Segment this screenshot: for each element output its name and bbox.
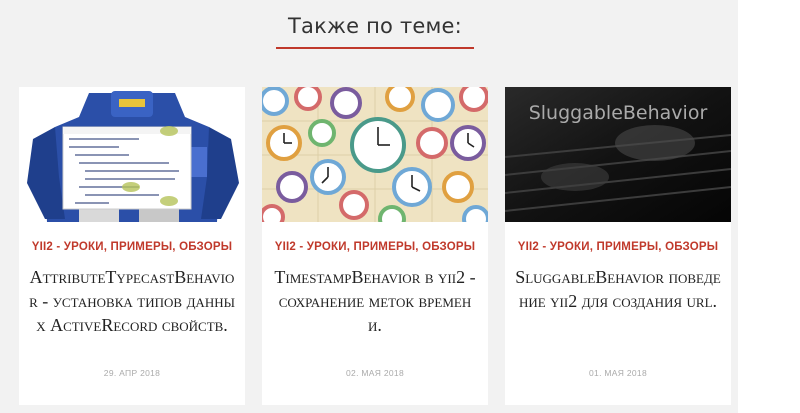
post-category-link[interactable]: YII2 - УРОКИ, ПРИМЕРЫ, ОБЗОРЫ: [505, 241, 731, 253]
section-title: Также по теме:: [288, 14, 462, 38]
thumbnail-caption: SluggableBehavior: [529, 102, 708, 124]
post-category-link[interactable]: YII2 - УРОКИ, ПРИМЕРЫ, ОБЗОРЫ: [262, 241, 488, 253]
post-date: 29. АПР 2018: [103, 368, 161, 378]
post-title-link[interactable]: TimestampBehavior в yii2 - сохранение ме…: [272, 265, 478, 337]
related-posts-section: Также по теме: YII2 - УРОКИ, ПРИМЕРЫ, ОБ…: [0, 0, 738, 413]
post-thumbnail-keyboard[interactable]: SluggableBehavior: [505, 87, 731, 222]
post-thumbnail-clocks[interactable]: [262, 87, 488, 222]
related-post-card[interactable]: YII2 - УРОКИ, ПРИМЕРЫ, ОБЗОРЫ TimestampB…: [262, 87, 488, 405]
post-date: 02. МАЯ 2018: [346, 368, 404, 378]
post-category-link[interactable]: YII2 - УРОКИ, ПРИМЕРЫ, ОБЗОРЫ: [19, 241, 245, 253]
related-post-card[interactable]: YII2 - УРОКИ, ПРИМЕРЫ, ОБЗОРЫ AttributeT…: [19, 87, 245, 405]
post-title-link[interactable]: AttributeTypecastBehavior - установка ти…: [29, 265, 235, 337]
post-thumbnail-robot[interactable]: [19, 87, 245, 222]
related-post-card[interactable]: SluggableBehavior YII2 - УРОКИ, ПРИМЕРЫ,…: [505, 87, 731, 405]
title-underline: [276, 47, 474, 49]
post-title-link[interactable]: SluggableBehavior поведение yii2 для соз…: [515, 265, 721, 313]
post-date: 01. МАЯ 2018: [589, 368, 647, 378]
